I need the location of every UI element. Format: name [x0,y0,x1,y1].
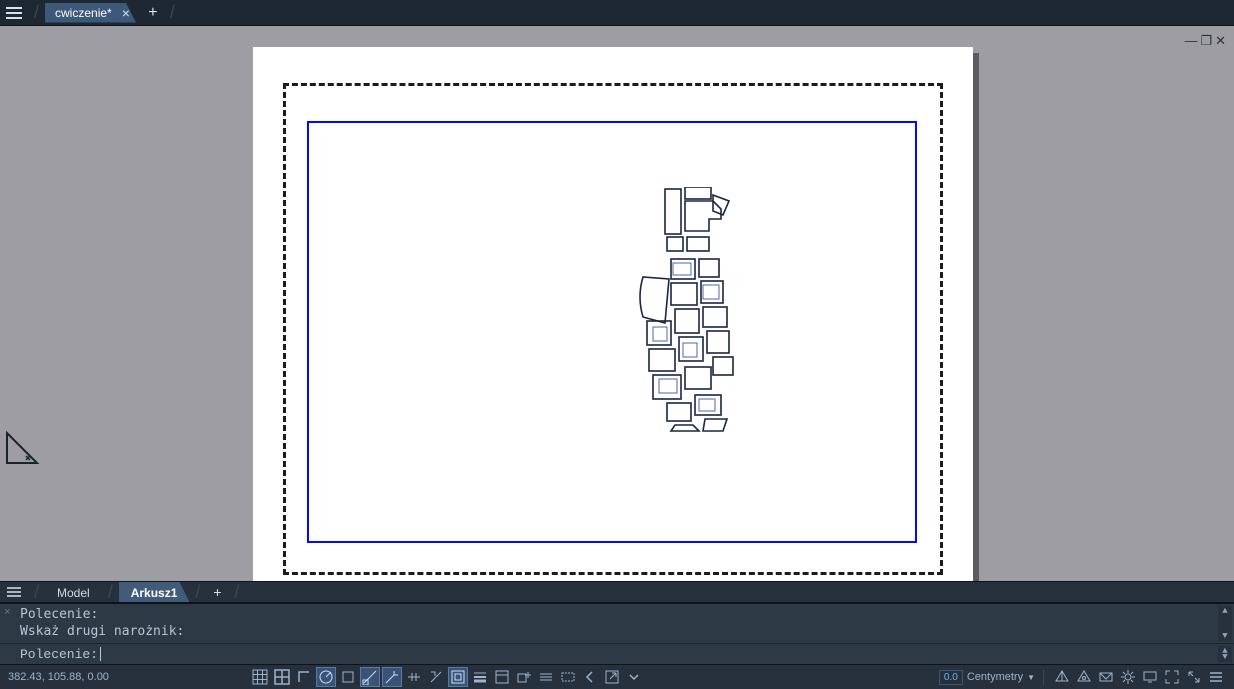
selection-icon[interactable] [448,667,468,687]
bounds-icon[interactable] [558,667,578,687]
command-prompt: Polecenie: [20,647,98,662]
drawing-workspace[interactable]: — ❐ ✕ [0,26,1234,581]
polar-icon[interactable] [316,667,336,687]
properties-icon[interactable] [492,667,512,687]
history-text: Polecenie: Wskaż drugi narożnik: [20,606,1228,640]
main-menu-button[interactable] [0,0,28,26]
close-icon[interactable]: ✕ [1215,33,1226,49]
scrollbar[interactable]: ▲ ▼ [1218,646,1232,662]
sheet-tab-active[interactable]: Arkusz1 [119,582,190,602]
maximize-viewport-icon[interactable] [602,667,622,687]
constraint-icon[interactable] [426,667,446,687]
status-tool-group [250,667,644,687]
sheet-tab-label: Arkusz1 [131,586,178,600]
paper-sheet[interactable] [253,47,973,581]
file-tab-label: cwiczenie* [55,6,112,20]
command-input[interactable] [101,647,1228,662]
osnap-icon[interactable] [360,667,380,687]
perspective-icon[interactable] [1052,667,1072,687]
minimize-icon[interactable]: — [1184,33,1197,49]
new-tab-button[interactable]: + [142,2,164,24]
separator [1043,669,1044,685]
visual-style-icon[interactable] [1096,667,1116,687]
expand-icon[interactable] [1184,667,1204,687]
separator: / [189,582,206,603]
separator: / [28,2,45,23]
separator: / [102,582,119,603]
scrollbar[interactable]: ▲ ▼ [1218,606,1232,641]
gear-icon[interactable] [1118,667,1138,687]
status-bar: 382.43, 105.88, 0.00 0.0 Centymetry ▼ [0,665,1234,689]
file-tab[interactable]: cwiczenie* × [45,3,136,23]
units-code: 0.0 [944,672,958,683]
camera-icon[interactable] [1074,667,1094,687]
grid-bold-icon[interactable] [272,667,292,687]
layout-tab-bar: / Model / Arkusz1 / + / [0,581,1234,603]
layout-viewport[interactable] [307,121,917,543]
grid-icon[interactable] [250,667,270,687]
scroll-up-icon[interactable]: ▲ [1218,606,1232,616]
ortho-icon[interactable] [294,667,314,687]
lineweight-icon[interactable] [470,667,490,687]
layout-menu-button[interactable] [0,587,28,597]
arrow-left-icon[interactable] [580,667,600,687]
addpoint-icon[interactable] [514,667,534,687]
separator: / [164,2,181,23]
close-icon[interactable]: × [122,5,130,21]
command-history[interactable]: × Polecenie: Wskaż drugi narożnik: ▲ ▼ [0,603,1234,643]
tracking-icon[interactable] [382,667,402,687]
hatch-icon[interactable] [536,667,556,687]
separator: / [228,582,245,603]
restore-icon[interactable]: ❐ [1200,33,1212,49]
chevron-down-icon[interactable]: ▼ [1027,673,1035,682]
command-input-bar[interactable]: Polecenie: ▲ ▼ [0,643,1234,665]
right-tool-group [1052,667,1226,687]
units-indicator[interactable]: 0.0 [939,670,963,685]
cursor-coordinates[interactable]: 382.43, 105.88, 0.00 [0,671,140,683]
ucs-icon [4,430,40,469]
menu-icon[interactable] [1206,667,1226,687]
status-right-group: 0.0 Centymetry ▼ [939,667,1234,687]
extension-icon[interactable] [404,667,424,687]
close-icon[interactable]: × [4,607,11,619]
monitor-icon[interactable] [1140,667,1160,687]
mdi-window-controls: — ❐ ✕ [1184,33,1226,49]
top-tab-bar: / cwiczenie* × + / [0,0,1234,26]
add-sheet-button[interactable]: + [206,584,228,600]
units-label[interactable]: Centymetry [967,671,1023,683]
model-tab-label: Model [57,586,90,600]
scroll-down-icon[interactable]: ▼ [1218,631,1232,641]
options-icon[interactable] [624,667,644,687]
fullscreen-icon[interactable] [1162,667,1182,687]
snap-rect-icon[interactable] [338,667,358,687]
separator: / [28,582,45,603]
scroll-down-icon[interactable]: ▼ [1218,652,1232,662]
model-drawing [613,187,773,437]
model-tab[interactable]: Model [45,582,102,602]
